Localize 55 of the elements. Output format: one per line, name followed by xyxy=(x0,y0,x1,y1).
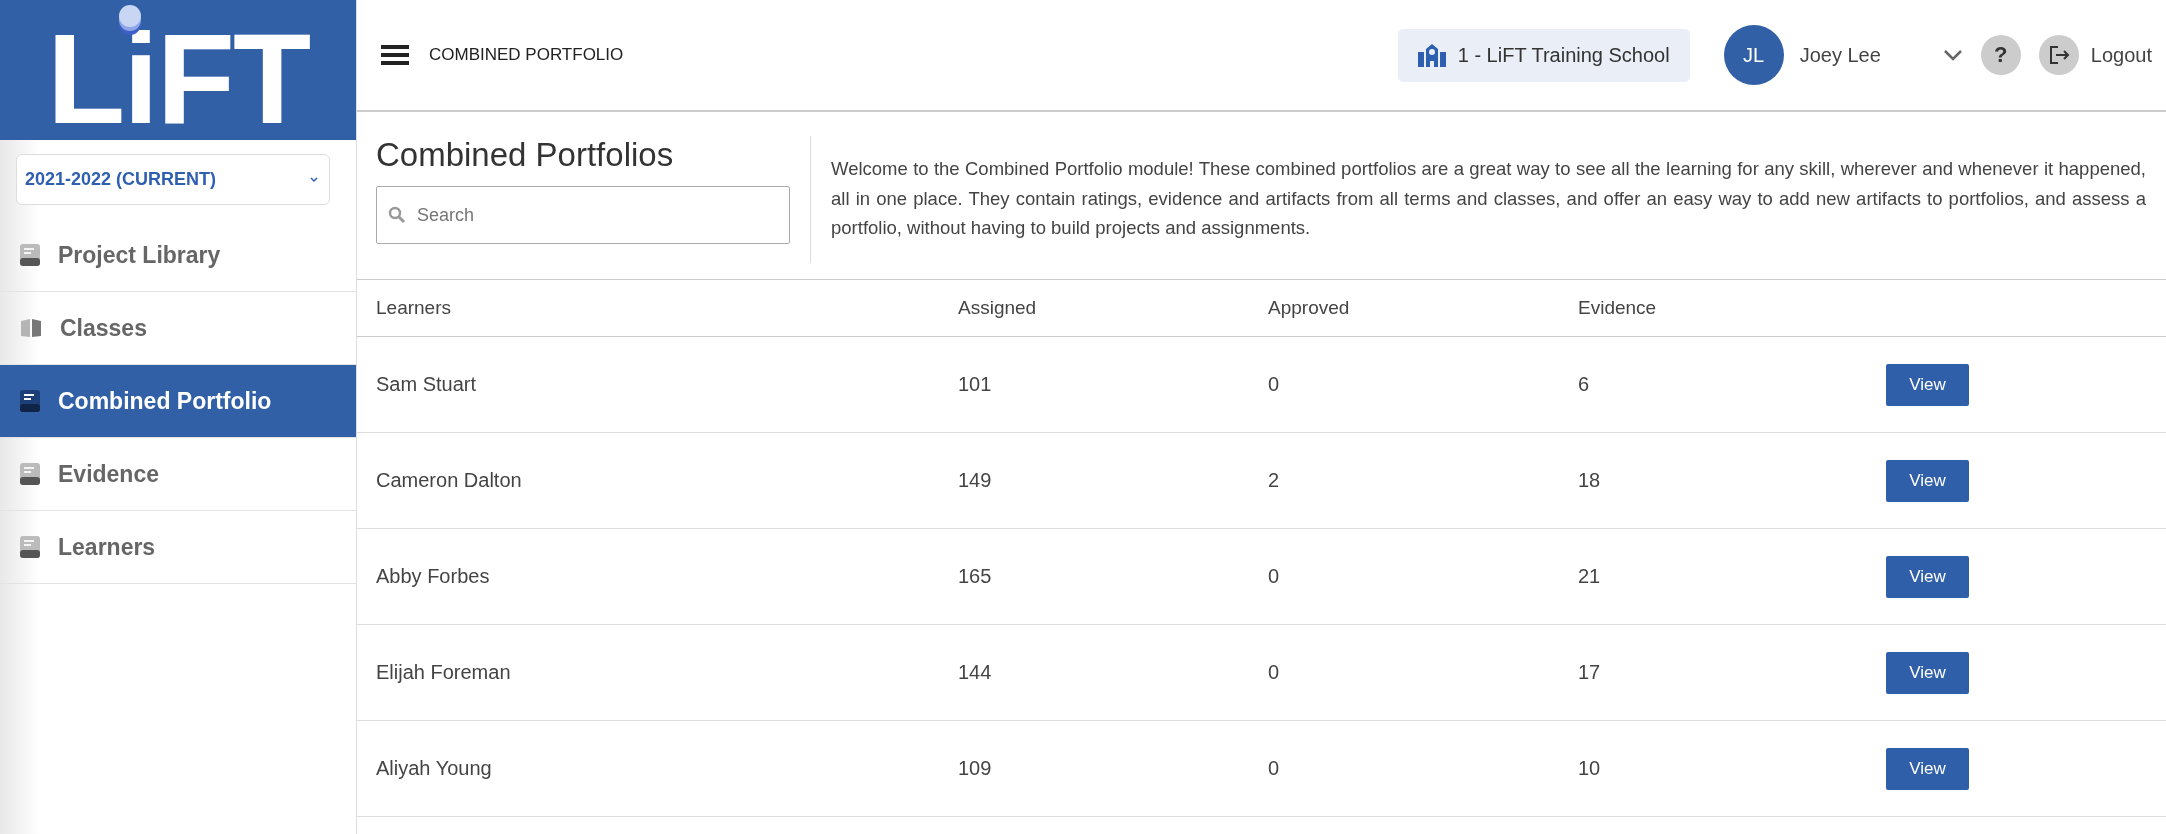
view-button[interactable]: View xyxy=(1886,459,1969,502)
sidebar-item[interactable]: Project Library xyxy=(0,219,356,292)
table-cell: 2 xyxy=(1249,432,1559,529)
view-button[interactable]: View xyxy=(1886,555,1969,598)
help-button[interactable]: ? xyxy=(1980,35,2021,75)
description-text: Welcome to the Combined Portfolio module! These combined portfolios are a great way to see all the learning for any skill, wherever and whenever it happened, all in one place. They contain ratings, evidence and artifacts from all terms and classes, and offer an easy way to add new artifacts to portfolios, and assess a portfolio, without having to build projects and assignments. xyxy=(831,157,2146,241)
table-cell: Aliyah Young xyxy=(357,720,939,817)
table-cell: 144 xyxy=(939,624,1249,721)
sidebar-item[interactable]: Learners xyxy=(0,511,356,584)
table-cell: 18 xyxy=(1559,432,1867,529)
chevron-down-icon[interactable] xyxy=(1942,49,1963,61)
search-field[interactable]: Search xyxy=(376,186,790,244)
table-cell: 165 xyxy=(939,528,1249,625)
table-cell: 109 xyxy=(939,720,1249,817)
table-cell: Sam Stuart xyxy=(357,336,939,433)
year-select[interactable]: 2021-2022 (CURRENT) xyxy=(16,154,330,205)
sidebar-item[interactable]: Combined Portfolio xyxy=(0,365,356,438)
table-cell: 0 xyxy=(1249,624,1559,721)
logo-text: LiFT xyxy=(46,1,310,143)
table-cell: 0 xyxy=(1249,336,1559,433)
search-icon xyxy=(388,206,406,224)
view-button[interactable]: View xyxy=(1886,363,1969,406)
sidebar-item[interactable]: Evidence xyxy=(0,438,356,511)
table-cell: 21 xyxy=(1559,528,1867,625)
table-cell: 10 xyxy=(1559,720,1867,817)
user-avatar[interactable]: JL xyxy=(1723,25,1784,85)
book-icon xyxy=(20,390,40,412)
column-header: Approved xyxy=(1249,280,1559,337)
table-cell: 101 xyxy=(939,336,1249,433)
table-cell: 149 xyxy=(939,432,1249,529)
column-header: Evidence xyxy=(1559,280,1867,337)
open-book-icon xyxy=(20,318,42,338)
view-button[interactable]: View xyxy=(1886,747,1969,790)
book-icon xyxy=(20,244,40,266)
table-cell: 0 xyxy=(1249,720,1559,817)
school-button[interactable]: 1 - LiFT Training School xyxy=(1397,28,1690,82)
table-cell: Abby Forbes xyxy=(357,528,939,625)
table-cell: 0 xyxy=(1249,528,1559,625)
table-cell: 6 xyxy=(1559,336,1867,433)
school-icon xyxy=(1417,43,1446,67)
book-icon xyxy=(20,463,40,485)
view-button[interactable]: View xyxy=(1886,651,1969,694)
logout-link[interactable]: Logout xyxy=(2090,43,2152,67)
table-cell: 17 xyxy=(1559,624,1867,721)
column-header: Learners xyxy=(357,280,939,337)
section-title: Combined Portfolios xyxy=(376,136,675,174)
table-cell: Elijah Foreman xyxy=(357,624,939,721)
logout-icon[interactable] xyxy=(2038,35,2079,75)
chevron-down-icon xyxy=(309,175,319,184)
book-icon xyxy=(20,536,40,558)
user-name: Joey Lee xyxy=(1799,43,1881,67)
table-cell: Cameron Dalton xyxy=(357,432,939,529)
page-heading: COMBINED PORTFOLIO xyxy=(429,45,624,65)
menu-icon[interactable] xyxy=(381,44,409,66)
column-header: Assigned xyxy=(939,280,1249,337)
